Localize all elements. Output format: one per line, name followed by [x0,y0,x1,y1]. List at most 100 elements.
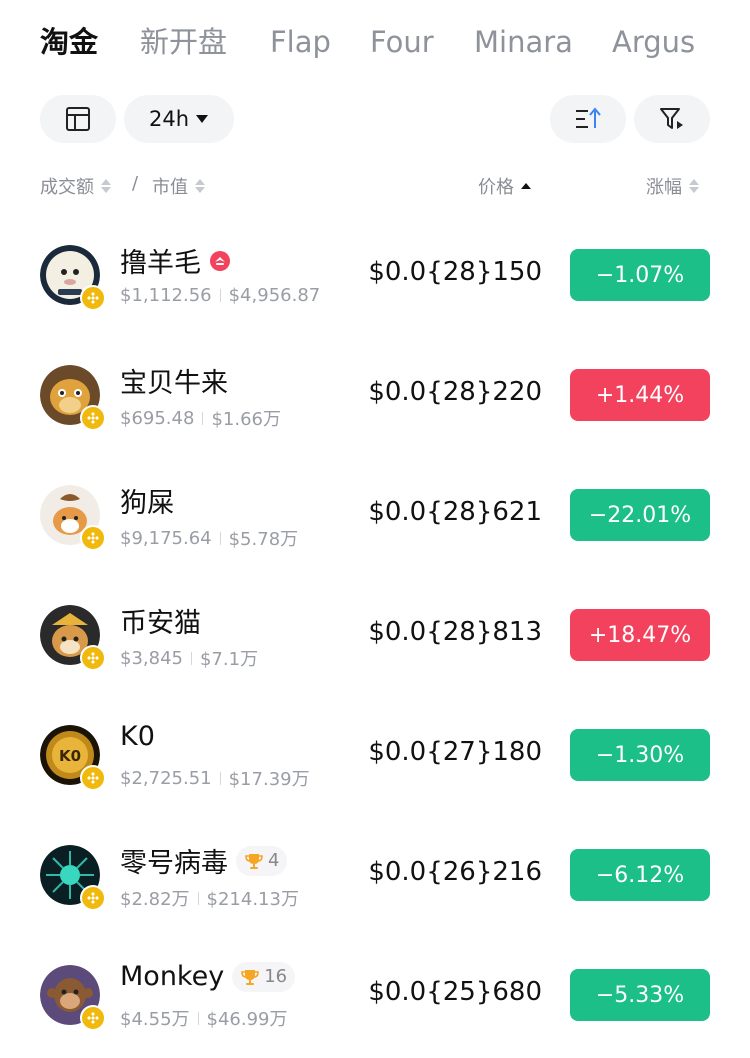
token-market-cap: $1.66万 [211,409,281,430]
token-avatar [40,245,106,311]
change-badge[interactable]: −1.07% [570,249,710,301]
token-market-cap: $214.13万 [206,889,299,910]
token-price: $0.0{27}180 [368,737,542,767]
token-market-cap: $5.78万 [228,529,299,550]
hot-badge-icon [210,250,230,271]
trophy-icon [245,853,263,869]
token-name: 撸羊毛 [120,241,231,280]
token-avatar [40,965,106,1031]
token-stats: $2.82万 $214.13万 [120,885,299,911]
sort-ascending-icon [576,107,601,128]
stat-divider [219,531,221,545]
token-market-cap: $7.1万 [199,649,259,670]
token-row[interactable]: 宝贝牛来 $695.48 $1.66万 $0.0{28}220 +1.44% [0,335,750,455]
caret-down-icon [196,115,209,123]
token-volume: $2.82万 [120,889,190,910]
token-row[interactable]: K0 K0 $2,725.51 $17.39万 $0.0{27}180 −1.30% [0,695,750,815]
bnb-chain-icon [80,1005,106,1031]
token-row[interactable]: Monkey 16 $4.55万 $46.99万 $0.0{25}680 −5.33% [0,935,750,1055]
bnb-chain-icon [80,285,106,311]
token-row[interactable]: 撸羊毛 $1,112.56 $4,956.87 $0.0{28}150 −1.07% [0,215,750,335]
stat-divider [219,771,221,785]
sort-arrows-icon [195,179,205,193]
token-market-cap: $4,956.87 [228,285,321,306]
token-stats: $4.55万 $46.99万 [120,1005,288,1031]
token-volume: $3,845 [120,647,183,669]
rank-number: 16 [264,966,288,987]
tab-new-listings[interactable]: 新开盘 [140,22,227,62]
trophy-icon [241,969,260,985]
sort-arrows-icon [101,179,111,193]
tab-four[interactable]: Four [370,22,434,62]
token-volume: $695.48 [120,407,195,429]
rank-number: 4 [268,850,280,871]
token-price: $0.0{25}680 [368,977,542,1007]
change-badge[interactable]: −6.12% [570,849,710,901]
token-stats: $1,112.56 $4,956.87 [120,285,320,306]
token-name: Monkey 16 [120,961,296,992]
bnb-chain-icon [80,885,106,911]
token-volume: $2,725.51 [120,767,212,789]
token-volume: $1,112.56 [120,285,212,306]
filter-icon [660,108,683,129]
token-price: $0.0{28}813 [368,617,542,647]
token-name: K0 [120,721,155,752]
price-column-header[interactable]: 价格 [478,173,531,199]
token-avatar [40,365,106,431]
bnb-chain-icon [80,405,106,431]
rank-chip: 16 [232,961,296,992]
tab-argus[interactable]: Argus [612,22,695,62]
change-badge[interactable]: +1.44% [570,369,710,421]
bnb-chain-icon [80,525,106,551]
token-avatar [40,845,106,911]
token-avatar [40,605,106,671]
token-stats: $2,725.51 $17.39万 [120,765,310,791]
sort-arrows-icon [689,179,699,193]
stat-divider [197,891,199,905]
tab-taojin[interactable]: 淘金 [40,22,98,62]
token-price: $0.0{28}150 [368,257,542,287]
tab-flap[interactable]: Flap [270,22,331,62]
header-slash: / [132,173,139,194]
stat-divider [197,1011,199,1025]
token-stats: $3,845 $7.1万 [120,645,258,671]
svg-text:K0: K0 [59,747,81,765]
sort-arrows-icon [521,183,531,189]
stat-divider [219,289,221,302]
token-row[interactable]: 狗屎 $9,175.64 $5.78万 $0.0{28}621 −22.01% [0,455,750,575]
token-name: 宝贝牛来 [120,368,228,399]
layout-icon [66,107,90,131]
token-row[interactable]: 币安猫 $3,845 $7.1万 $0.0{28}813 +18.47% [0,575,750,695]
token-row[interactable]: 零号病毒 4 $2.82万 $214.13万 $0.0{26}216 −6.12% [0,815,750,935]
stat-divider [190,651,192,665]
token-price: $0.0{26}216 [368,857,542,887]
change-badge[interactable]: −1.30% [570,729,710,781]
change-column-header[interactable]: 涨幅 [646,173,699,199]
volume-column-header[interactable]: 成交额 [40,173,111,199]
change-badge[interactable]: −22.01% [570,489,710,541]
tab-minara[interactable]: Minara [474,22,573,62]
token-price: $0.0{28}220 [368,377,542,407]
timeframe-select[interactable]: 24h [124,95,234,143]
token-avatar [40,485,106,551]
change-badge[interactable]: +18.47% [570,609,710,661]
token-price: $0.0{28}621 [368,497,542,527]
token-name: 零号病毒 4 [120,841,288,880]
filter-button[interactable] [634,95,710,143]
token-stats: $9,175.64 $5.78万 [120,525,298,551]
market-cap-column-header[interactable]: 市值 [152,173,205,199]
token-avatar: K0 [40,725,106,791]
list-header: 成交额 / 市值 价格 涨幅 [0,165,750,205]
token-name: 币安猫 [120,608,201,639]
token-market-cap: $17.39万 [228,769,310,790]
bnb-chain-icon [80,645,106,671]
token-market-cap: $46.99万 [206,1009,288,1030]
layout-toggle-button[interactable] [40,95,116,143]
sort-button[interactable] [550,95,626,143]
rank-chip: 4 [236,845,288,876]
token-volume: $4.55万 [120,1009,190,1030]
toolbar: 24h [0,95,750,143]
token-name: 狗屎 [120,488,174,519]
change-badge[interactable]: −5.33% [570,969,710,1021]
bnb-chain-icon [80,765,106,791]
